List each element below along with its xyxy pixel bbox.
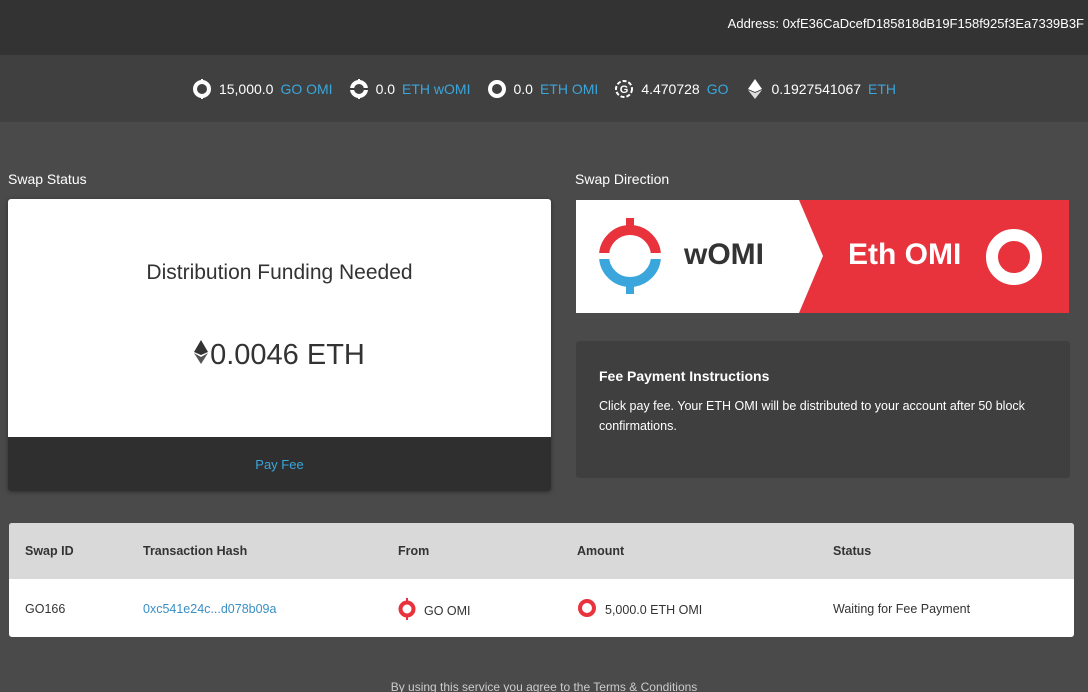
- header-status: Status: [833, 544, 872, 558]
- swap-direction-card: wOMI Eth OMI: [576, 200, 1069, 313]
- balance-amount: 0.1927541067: [771, 80, 862, 97]
- ethereum-icon: [194, 339, 209, 372]
- header-amount: Amount: [577, 544, 625, 558]
- balance-bar: 15,000.0 GO OMI 0.0 ETH wOMI 0.0 ETH OMI…: [0, 55, 1088, 122]
- balance-unit: GO: [706, 80, 729, 97]
- wallet-address: Address: 0xfE36CaDcefD185818dB19F158f925…: [728, 16, 1084, 31]
- svg-text:G: G: [620, 84, 629, 96]
- eth-omi-icon: [577, 598, 597, 621]
- header-from: From: [398, 544, 430, 558]
- balance-amount: 0.0: [513, 80, 533, 97]
- cell-transaction-hash-link[interactable]: 0xc541e24c...d078b09a: [143, 602, 276, 616]
- status-title: Distribution Funding Needed: [146, 261, 413, 284]
- womi-icon: [348, 78, 369, 99]
- balance-unit: ETH wOMI: [402, 80, 471, 97]
- address-value: 0xfE36CaDcefD185818dB19F158f925f3Ea7339B…: [782, 16, 1084, 31]
- cell-from: GO OMI: [398, 598, 471, 623]
- swap-table: Swap ID Transaction Hash From Amount Sta…: [9, 523, 1074, 637]
- status-panel: Distribution Funding Needed 0.0046 ETH: [8, 199, 551, 437]
- from-token: GO OMI: [424, 603, 471, 618]
- womi-logo-icon: [596, 218, 664, 294]
- balance-eth: 0.1927541067 ETH: [745, 78, 897, 99]
- header-transaction-hash: Transaction Hash: [143, 544, 248, 558]
- balance-eth-omi: 0.0 ETH OMI: [487, 79, 599, 99]
- balance-amount: 15,000.0: [218, 80, 274, 97]
- go-omi-icon: [398, 598, 416, 623]
- fee-amount: 0.0046 ETH: [210, 339, 365, 371]
- swap-status-label: Swap Status: [8, 171, 87, 187]
- amount-value: 5,000.0 ETH OMI: [605, 602, 703, 617]
- direction-from: wOMI: [684, 238, 764, 271]
- footer-text: By using this service you agree to the: [390, 680, 591, 692]
- balance-amount: 0.0: [375, 80, 396, 97]
- swap-status-card: Distribution Funding Needed 0.0046 ETH P…: [8, 199, 551, 491]
- balance-unit: ETH OMI: [539, 80, 599, 97]
- cell-status: Waiting for Fee Payment: [833, 602, 971, 616]
- footer: By using this service you agree to the T…: [0, 680, 1088, 692]
- cell-swap-id: GO166: [25, 602, 66, 616]
- top-bar: Address: 0xfE36CaDcefD185818dB19F158f925…: [0, 0, 1088, 55]
- balance-go: G 4.470728 GO: [614, 79, 729, 99]
- balance-amount: 4.470728: [641, 80, 700, 97]
- ethereum-icon: [745, 78, 765, 99]
- terms-link[interactable]: Terms & Conditions: [593, 680, 697, 692]
- cell-amount: 5,000.0 ETH OMI: [577, 598, 702, 621]
- header-swap-id: Swap ID: [25, 544, 74, 558]
- fee-instructions-title: Fee Payment Instructions: [599, 368, 770, 384]
- swap-direction-label: Swap Direction: [575, 171, 670, 187]
- table-header: Swap ID Transaction Hash From Amount Sta…: [9, 523, 1074, 579]
- status-amount: 0.0046 ETH: [8, 339, 551, 372]
- go-omi-icon: [192, 78, 212, 99]
- balance-unit: ETH: [868, 80, 897, 97]
- eth-omi-icon: [487, 79, 507, 99]
- pay-fee-button[interactable]: Pay Fee: [8, 437, 551, 491]
- gochain-icon: G: [614, 79, 634, 99]
- fee-instructions-body: Click pay fee. Your ETH OMI will be dist…: [599, 399, 1025, 433]
- direction-arrow-graphic: [596, 200, 1069, 313]
- balance-eth-womi: 0.0 ETH wOMI: [348, 78, 471, 99]
- balance-unit: GO OMI: [280, 80, 333, 97]
- balance-go-omi: 15,000.0 GO OMI: [192, 78, 333, 99]
- address-label: Address:: [727, 16, 779, 31]
- fee-instructions-card: Fee Payment Instructions Click pay fee. …: [576, 341, 1070, 478]
- direction-to: Eth OMI: [848, 238, 962, 271]
